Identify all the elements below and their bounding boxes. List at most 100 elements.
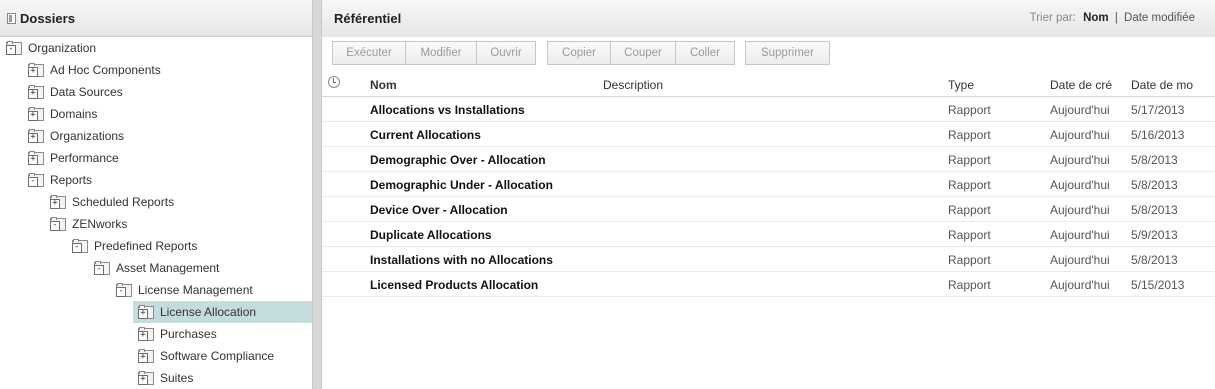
tree-item[interactable]: + Scheduled Reports [50, 191, 174, 213]
report-modified: 5/16/2013 [1131, 128, 1185, 142]
repository-header: Référentiel Trier par: Nom | Date modifi… [322, 0, 1215, 37]
table-row[interactable]: Licensed Products Allocation Rapport Aujou… [322, 272, 1215, 297]
tree-item[interactable]: - License Management [116, 279, 253, 301]
report-type: Rapport [948, 178, 991, 192]
tree-item[interactable]: + Suites [138, 367, 193, 389]
table-row[interactable]: Demographic Over - Allocation Rapport Aujo… [322, 147, 1215, 172]
tree-item-label: Organization [28, 41, 97, 55]
report-modified: 5/8/2013 [1131, 153, 1178, 167]
tree-item-label: Reports [50, 173, 93, 187]
column-created[interactable]: Date de cré [1050, 78, 1112, 92]
table-row[interactable]: Installations with no Allocations Rapport… [322, 247, 1215, 272]
tree-item-label: Asset Management [116, 261, 220, 275]
report-modified: 5/17/2013 [1131, 103, 1185, 117]
report-modified: 5/15/2013 [1131, 278, 1185, 292]
table-row[interactable]: Current Allocations Rapport Aujourd'hui 5/1… [322, 122, 1215, 147]
sort-controls: Trier par: Nom | Date modifiée [1030, 12, 1195, 24]
column-modified[interactable]: Date de mo [1131, 78, 1193, 92]
table-row[interactable]: Demographic Under - Allocation Rapport Auj… [322, 172, 1215, 197]
folder-expand-icon[interactable]: + [28, 107, 45, 121]
sort-separator: | [1114, 12, 1118, 24]
report-modified: 5/9/2013 [1131, 228, 1178, 242]
tree-item[interactable]: + Organizations [28, 125, 124, 147]
tree-item[interactable]: + Ad Hoc Components [28, 59, 161, 81]
edit-button[interactable]: Modifier [406, 42, 477, 64]
clock-icon[interactable] [328, 76, 340, 88]
table-row[interactable]: Duplicate Allocations Rapport Aujourd'hui 5… [322, 222, 1215, 247]
folder-expand-icon[interactable]: + [28, 85, 45, 99]
folder-expand-icon[interactable]: + [28, 129, 45, 143]
report-created: Aujourd'hui [1050, 203, 1110, 217]
collapse-panel-icon[interactable] [7, 12, 16, 24]
report-type: Rapport [948, 203, 991, 217]
report-created: Aujourd'hui [1050, 178, 1110, 192]
report-name: Licensed Products Allocation [370, 278, 539, 292]
tree-item[interactable]: + License Allocation [133, 301, 312, 323]
tree-item-label: Data Sources [50, 85, 123, 99]
sort-by-date-modified[interactable]: Date modifiée [1124, 12, 1195, 24]
folder-expand-icon[interactable]: + [28, 151, 45, 165]
tree-item-label: ZENworks [72, 217, 128, 231]
tree-item[interactable]: - ZENworks [50, 213, 127, 235]
paste-button[interactable]: Coller [676, 42, 734, 64]
tree-item[interactable]: - Reports [28, 169, 92, 191]
folder-collapse-icon[interactable]: - [28, 173, 45, 187]
repository-table: Nom Description Type Date de cré Date de… [322, 71, 1215, 297]
tree-item-label: Organizations [50, 129, 125, 143]
tree-item[interactable]: + Data Sources [28, 81, 123, 103]
table-body: Allocations vs Installations Rapport Aujou… [322, 97, 1215, 297]
report-name: Current Allocations [370, 128, 481, 142]
report-type: Rapport [948, 103, 991, 117]
folder-collapse-icon[interactable]: - [116, 283, 133, 297]
folder-expand-icon[interactable]: + [50, 195, 67, 209]
folder-expand-icon[interactable]: + [138, 371, 155, 385]
folder-expand-icon[interactable]: + [138, 305, 155, 319]
column-name[interactable]: Nom [370, 78, 397, 92]
tree-item[interactable]: + Domains [28, 103, 97, 125]
toolbar-group-clipboard: Copier Couper Coller [547, 41, 735, 65]
tree-item-label: Ad Hoc Components [50, 63, 161, 77]
report-name: Device Over - Allocation [370, 203, 508, 217]
folder-collapse-icon[interactable]: - [72, 239, 89, 253]
table-row[interactable]: Device Over - Allocation Rapport Aujourd'h… [322, 197, 1215, 222]
folder-collapse-icon[interactable]: - [50, 217, 67, 231]
report-name: Installations with no Allocations [370, 253, 553, 267]
sort-by-name[interactable]: Nom [1083, 12, 1109, 24]
report-modified: 5/8/2013 [1131, 203, 1178, 217]
cut-button[interactable]: Couper [611, 42, 676, 64]
tree-item[interactable]: - Predefined Reports [72, 235, 197, 257]
report-name: Demographic Under - Allocation [370, 178, 553, 192]
folder-expand-icon[interactable]: + [138, 349, 155, 363]
table-header: Nom Description Type Date de cré Date de… [322, 71, 1215, 97]
column-type[interactable]: Type [948, 78, 974, 92]
tree-item[interactable]: + Performance [28, 147, 119, 169]
folder-expand-icon[interactable]: + [138, 327, 155, 341]
report-created: Aujourd'hui [1050, 153, 1110, 167]
tree-item-label: License Allocation [160, 305, 257, 319]
report-created: Aujourd'hui [1050, 228, 1110, 242]
folder-collapse-icon[interactable]: - [6, 41, 23, 55]
tree-item[interactable]: + Software Compliance [138, 345, 274, 367]
tree-item[interactable]: - Asset Management [94, 257, 219, 279]
copy-button[interactable]: Copier [548, 42, 611, 64]
toolbar-group-run: Exécuter Modifier Ouvrir [332, 41, 536, 65]
open-button[interactable]: Ouvrir [477, 42, 535, 64]
report-type: Rapport [948, 253, 991, 267]
report-modified: 5/8/2013 [1131, 253, 1178, 267]
run-button[interactable]: Exécuter [333, 42, 406, 64]
panel-splitter[interactable] [312, 0, 322, 389]
column-description[interactable]: Description [603, 78, 663, 92]
toolbar: Exécuter Modifier Ouvrir Copier Couper C… [322, 37, 1215, 68]
report-modified: 5/8/2013 [1131, 178, 1178, 192]
delete-button[interactable]: Supprimer [746, 42, 829, 64]
table-row[interactable]: Allocations vs Installations Rapport Aujou… [322, 97, 1215, 122]
report-created: Aujourd'hui [1050, 128, 1110, 142]
tree-item[interactable]: + Purchases [138, 323, 217, 345]
report-name: Allocations vs Installations [370, 103, 525, 117]
folders-panel-title: Dossiers [20, 10, 75, 26]
folder-expand-icon[interactable]: + [28, 63, 45, 77]
tree-item[interactable]: - Organization [6, 37, 96, 59]
folder-collapse-icon[interactable]: - [94, 261, 111, 275]
tree-item-label: Purchases [160, 327, 217, 341]
sort-label: Trier par: [1029, 12, 1076, 24]
